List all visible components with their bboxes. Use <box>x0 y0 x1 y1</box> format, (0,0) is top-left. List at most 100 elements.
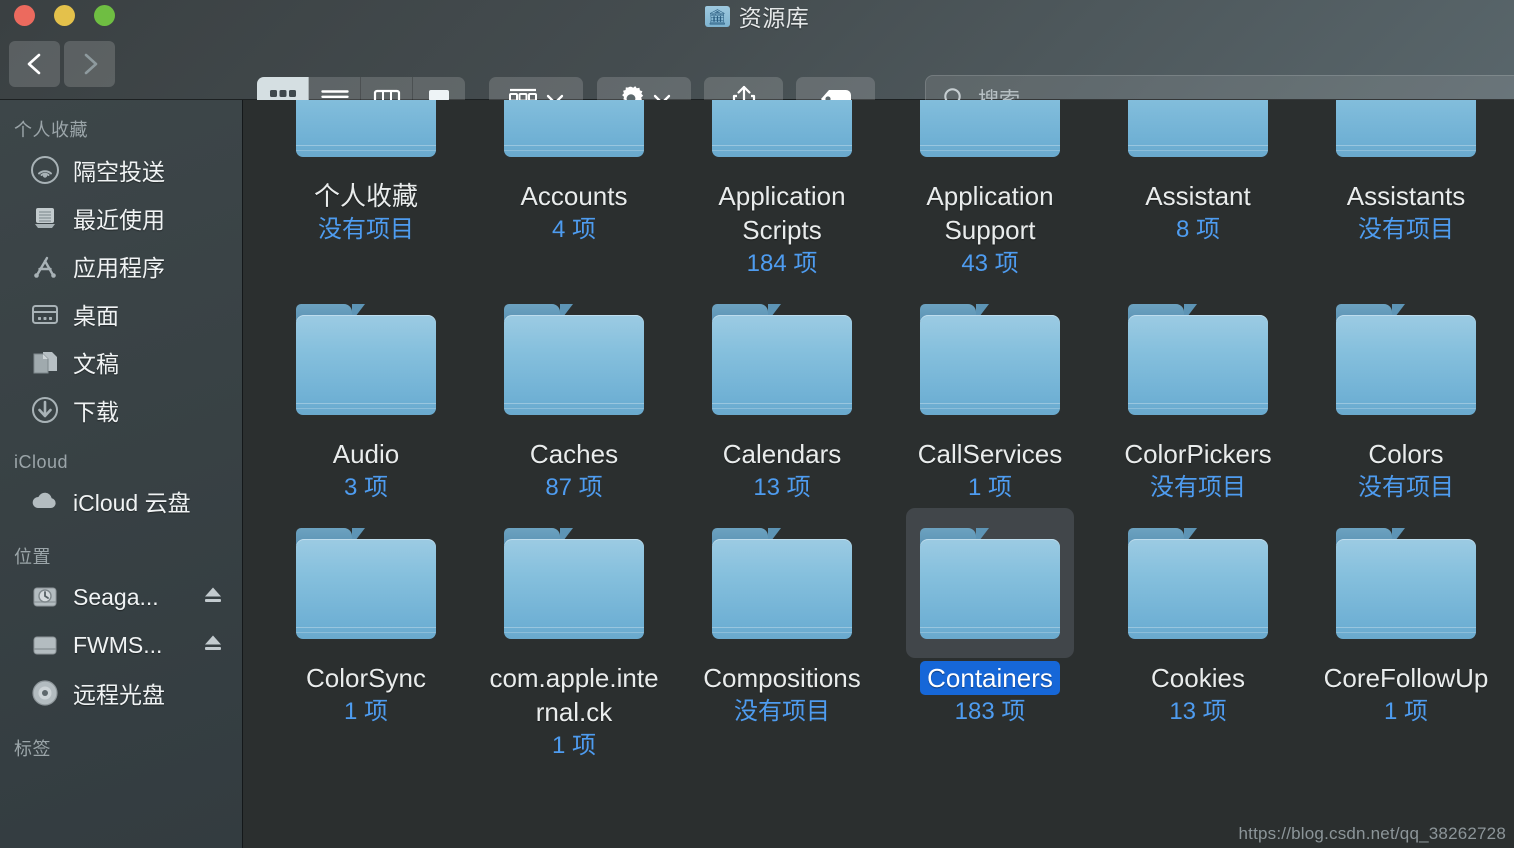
file-item[interactable]: Caches 87 项 <box>470 280 678 504</box>
folder-icon-wrap <box>1322 284 1490 434</box>
folder-icon <box>504 303 644 415</box>
file-item[interactable]: 个人收藏 没有项目 <box>262 100 470 280</box>
sidebar-item-airdrop[interactable]: 隔空投送 <box>0 146 242 194</box>
sidebar-item-label: iCloud 云盘 <box>73 490 191 516</box>
file-item-count: 没有项目 <box>318 216 414 243</box>
sidebar-section-header-favorites: 个人收藏 <box>14 120 88 140</box>
hard-disk-icon <box>30 630 60 660</box>
sidebar-item-documents[interactable]: 文稿 <box>0 338 242 386</box>
file-item-count: 8 项 <box>1175 216 1220 243</box>
file-name: Audio <box>332 439 400 469</box>
file-name: Assistants <box>1346 181 1466 211</box>
folder-icon <box>1128 527 1268 639</box>
file-item[interactable]: Assistant 8 项 <box>1094 100 1302 280</box>
folder-icon-wrap <box>906 100 1074 176</box>
file-name: Calendars <box>722 439 842 469</box>
folder-icon <box>712 527 852 639</box>
folder-icon <box>920 100 1060 157</box>
file-item-count: 1 项 <box>551 732 596 759</box>
folder-icon-wrap <box>1322 508 1490 658</box>
file-item-selected[interactable]: Containers 183 项 <box>886 504 1094 762</box>
recents-icon <box>30 203 60 233</box>
folder-icon <box>1128 100 1268 157</box>
folder-icon-wrap <box>282 100 450 176</box>
file-item-count: 1 项 <box>343 698 388 725</box>
watermark: https://blog.csdn.net/qq_38262728 <box>1238 824 1506 843</box>
file-item-count: 3 项 <box>343 474 388 501</box>
sidebar-item-label: 最近使用 <box>73 207 165 233</box>
file-item[interactable]: Application Scripts 184 项 <box>678 100 886 280</box>
window-title-group: 🏛 资源库 <box>0 0 1514 32</box>
file-name: Application Support <box>926 181 1054 245</box>
folder-icon-wrap <box>282 508 450 658</box>
back-button[interactable] <box>9 41 60 87</box>
file-grid-row: 个人收藏 没有项目 Accounts 4 项 Application Scrip… <box>244 100 1514 280</box>
folder-icon <box>296 303 436 415</box>
documents-icon <box>30 347 60 377</box>
desktop-icon <box>30 299 60 329</box>
file-name: CoreFollowUp <box>1323 663 1489 693</box>
airdrop-icon <box>30 155 60 185</box>
chevron-right-icon <box>84 53 97 75</box>
file-item-count: 4 项 <box>551 216 596 243</box>
file-item-count: 43 项 <box>961 250 1019 277</box>
sidebar-item-fwms-disk[interactable]: FWMS... <box>0 621 242 669</box>
cloud-icon <box>30 486 60 516</box>
folder-icon-wrap <box>1114 100 1282 176</box>
file-item[interactable]: Calendars 13 项 <box>678 280 886 504</box>
file-item[interactable]: com.apple.internal.ck 1 项 <box>470 504 678 762</box>
file-name: Containers <box>920 661 1060 695</box>
file-item[interactable]: Compositions 没有项目 <box>678 504 886 762</box>
forward-button[interactable] <box>64 41 115 87</box>
sidebar-item-label: Seaga... <box>73 583 159 610</box>
file-name: Application Scripts <box>718 181 846 245</box>
sidebar-item-label: 远程光盘 <box>73 682 165 708</box>
sidebar-section-header-icloud: iCloud <box>14 452 69 472</box>
folder-icon <box>712 100 852 157</box>
sidebar[interactable]: 个人收藏 隔空投送 最近使用 应用程序 桌面 文稿 下载 iCloud iClo… <box>0 100 243 848</box>
eject-icon[interactable] <box>202 585 224 610</box>
file-grid-row: ColorSync 1 项 com.apple.internal.ck 1 项 … <box>244 504 1514 762</box>
sidebar-item-icloud-drive[interactable]: iCloud 云盘 <box>0 477 242 525</box>
applications-icon <box>30 251 60 281</box>
folder-icon-wrap <box>698 508 866 658</box>
file-item[interactable]: ColorSync 1 项 <box>262 504 470 762</box>
file-grid-area[interactable]: 个人收藏 没有项目 Accounts 4 项 Application Scrip… <box>244 100 1514 848</box>
file-item[interactable]: Cookies 13 项 <box>1094 504 1302 762</box>
eject-icon[interactable] <box>202 633 224 658</box>
sidebar-item-seagate-disk[interactable]: Seaga... <box>0 573 242 621</box>
file-item[interactable]: Application Support 43 项 <box>886 100 1094 280</box>
file-item[interactable]: Audio 3 项 <box>262 280 470 504</box>
sidebar-item-downloads[interactable]: 下载 <box>0 386 242 434</box>
library-folder-icon: 🏛 <box>704 5 730 27</box>
sidebar-item-applications[interactable]: 应用程序 <box>0 242 242 290</box>
file-name: Colors <box>1368 439 1444 469</box>
file-item-count: 没有项目 <box>1358 216 1454 243</box>
file-item[interactable]: CoreFollowUp 1 项 <box>1302 504 1510 762</box>
sidebar-item-label: 下载 <box>73 399 119 425</box>
folder-icon <box>1336 100 1476 157</box>
file-item[interactable]: Assistants 没有项目 <box>1302 100 1510 280</box>
folder-icon-wrap <box>1114 284 1282 434</box>
folder-icon <box>504 100 644 157</box>
file-item[interactable]: Colors 没有项目 <box>1302 280 1510 504</box>
folder-icon-wrap <box>490 508 658 658</box>
sidebar-item-remote-disc[interactable]: 远程光盘 <box>0 669 242 717</box>
file-item[interactable]: CallServices 1 项 <box>886 280 1094 504</box>
file-name: Assistant <box>1145 181 1251 211</box>
sidebar-item-desktop[interactable]: 桌面 <box>0 290 242 338</box>
sidebar-item-label: 桌面 <box>73 303 119 329</box>
file-name: Cookies <box>1151 663 1245 693</box>
sidebar-item-label: 文稿 <box>73 351 119 377</box>
file-item[interactable]: Accounts 4 项 <box>470 100 678 280</box>
file-name: ColorSync <box>306 663 426 693</box>
file-item-count: 184 项 <box>746 250 818 277</box>
file-item-count: 没有项目 <box>734 698 830 725</box>
folder-icon-wrap <box>282 284 450 434</box>
file-item-count: 没有项目 <box>1150 474 1246 501</box>
folder-icon <box>920 527 1060 639</box>
folder-icon <box>296 527 436 639</box>
file-grid-row: Audio 3 项 Caches 87 项 Calendars 13 项 Cal… <box>244 280 1514 504</box>
file-item[interactable]: ColorPickers 没有项目 <box>1094 280 1302 504</box>
sidebar-item-recents[interactable]: 最近使用 <box>0 194 242 242</box>
